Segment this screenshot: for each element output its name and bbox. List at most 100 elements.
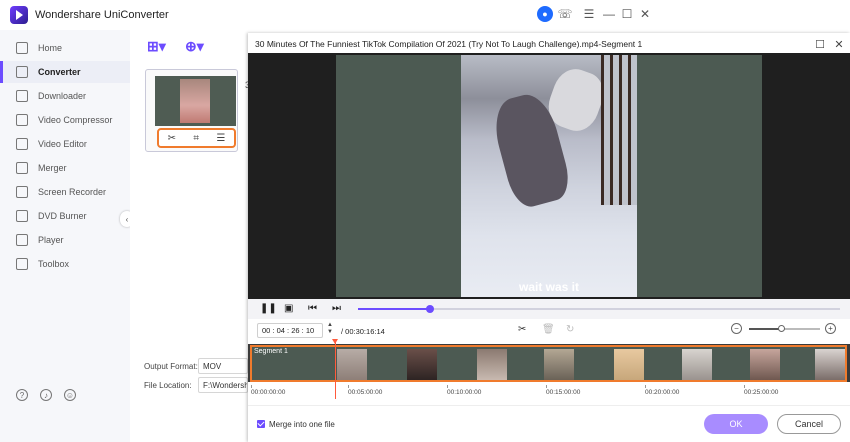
playhead[interactable]: [332, 339, 338, 399]
playback-controls: ❚❚ ▣ ⏮ ⏭: [248, 299, 850, 319]
sidebar-item-label: Home: [38, 43, 63, 53]
file-location-field[interactable]: F:\Wondershare: [198, 377, 248, 393]
sidebar-item-home[interactable]: Home: [0, 37, 130, 59]
sidebar-item-label: Screen Recorder: [38, 187, 107, 197]
output-format-select[interactable]: MOV: [198, 358, 248, 374]
zoom-out-icon[interactable]: −: [731, 323, 742, 334]
ok-button[interactable]: OK: [704, 414, 768, 434]
notification-icon[interactable]: ♪: [40, 389, 52, 401]
menu-icon[interactable]: ☰: [581, 6, 597, 22]
timeline-thumbnail: [750, 349, 780, 380]
dialog-title: 30 Minutes Of The Funniest TikTok Compil…: [255, 39, 643, 49]
player-icon: [16, 234, 28, 246]
sidebar-item-player[interactable]: Player: [0, 229, 130, 251]
time-ruler: 00:00:00:00 00:05:00:00 00:10:00:00 00:1…: [248, 385, 850, 399]
progress-handle[interactable]: [426, 305, 435, 313]
cancel-button[interactable]: Cancel: [777, 414, 841, 434]
dvd-icon: [16, 210, 28, 222]
sidebar-item-dvd-burner[interactable]: DVD Burner: [0, 205, 130, 227]
video-card[interactable]: ✂ ⌗ ☰: [145, 69, 238, 152]
video-frame: wait was it: [461, 55, 637, 297]
timeline-track[interactable]: Segment 1: [248, 344, 850, 382]
sidebar-item-video-compressor[interactable]: Video Compressor: [0, 109, 130, 131]
add-from-device-icon[interactable]: ⊕▾: [185, 38, 215, 56]
ruler-label: 00:10:00:00: [447, 389, 482, 396]
effects-icon[interactable]: ☰: [216, 133, 225, 144]
sidebar-item-label: Merger: [38, 163, 67, 173]
sidebar-item-label: Video Compressor: [38, 115, 113, 125]
reset-icon[interactable]: ↻: [566, 324, 574, 335]
cut-icon[interactable]: ✂: [518, 324, 526, 335]
merge-checkbox[interactable]: [257, 420, 265, 428]
output-format-label: Output Format:: [144, 362, 198, 371]
trim-dialog: 30 Minutes Of The Funniest TikTok Compil…: [248, 33, 850, 442]
timeline-thumbnail: [337, 349, 367, 380]
delete-icon[interactable]: 🗑: [542, 324, 555, 335]
time-frames: 10: [305, 326, 315, 335]
sidebar-item-label: Toolbox: [38, 259, 70, 269]
time-seconds: 26: [291, 326, 300, 335]
time-stepper[interactable]: ▲ ▼: [327, 322, 333, 336]
next-icon[interactable]: ⏭: [332, 303, 341, 314]
account-icon[interactable]: ●: [537, 6, 553, 22]
crop-icon[interactable]: ⌗: [193, 133, 199, 144]
downloader-icon: [16, 90, 28, 102]
sidebar-item-label: Converter: [38, 67, 81, 77]
time-minutes: 04: [276, 326, 285, 335]
segment-1[interactable]: Segment 1: [250, 345, 847, 382]
current-time-input[interactable]: 00 : 04 : 26 : 10: [257, 323, 323, 338]
maximize-icon[interactable]: ☐: [619, 6, 635, 22]
timeline-thumbnail: [407, 349, 437, 380]
trim-icon[interactable]: ✂: [168, 133, 176, 144]
app-logo-icon: [10, 6, 28, 24]
toolbox-icon: [16, 258, 28, 270]
pause-icon[interactable]: ❚❚: [260, 303, 277, 314]
video-preview[interactable]: wait was it: [248, 53, 850, 299]
playback-progress[interactable]: [358, 305, 840, 313]
title-bar: Wondershare UniConverter ● ☏ ☰ — ☐ ✕: [0, 0, 660, 30]
help-icon[interactable]: ?: [16, 389, 28, 401]
timeline-thumbnail: [614, 349, 644, 380]
zoom-slider[interactable]: [749, 325, 820, 332]
total-duration: / 00:30:16:14: [341, 327, 385, 336]
sidebar-item-screen-recorder[interactable]: Screen Recorder: [0, 181, 130, 203]
timeline-thumbnail: [544, 349, 574, 380]
screen-recorder-icon: [16, 186, 28, 198]
timeline-thumbnail: [815, 349, 845, 380]
stop-icon[interactable]: ▣: [284, 303, 293, 314]
sidebar-item-merger[interactable]: Merger: [0, 157, 130, 179]
home-icon: [16, 42, 28, 54]
dialog-close-icon[interactable]: ✕: [832, 37, 846, 51]
ruler-label: 00:15:00:00: [546, 389, 581, 396]
sidebar-item-downloader[interactable]: Downloader: [0, 85, 130, 107]
footer-divider: [248, 405, 850, 406]
add-files-icon[interactable]: ⊞▾: [147, 38, 177, 56]
ruler-label: 00:20:00:00: [645, 389, 680, 396]
zoom-fill: [749, 328, 781, 330]
sidebar-item-label: DVD Burner: [38, 211, 87, 221]
feedback-icon[interactable]: ☺: [64, 389, 76, 401]
sidebar-item-label: Player: [38, 235, 64, 245]
support-icon[interactable]: ☏: [557, 6, 573, 22]
sidebar-item-toolbox[interactable]: Toolbox: [0, 253, 130, 275]
zoom-in-icon[interactable]: +: [825, 323, 836, 334]
timeline-thumbnail: [477, 349, 507, 380]
video-thumbnail: [155, 76, 236, 126]
sidebar: Home Converter Downloader Video Compress…: [0, 30, 130, 442]
file-location-label: File Location:: [144, 381, 192, 390]
compress-icon: [16, 114, 28, 126]
ruler-label: 00:05:00:00: [348, 389, 383, 396]
uniconverter-window: Wondershare UniConverter ● ☏ ☰ — ☐ ✕ Hom…: [0, 0, 850, 442]
dialog-maximize-icon[interactable]: ☐: [813, 37, 827, 51]
zoom-handle[interactable]: [777, 325, 785, 332]
sidebar-item-converter[interactable]: Converter: [0, 61, 130, 83]
video-caption: wait was it: [518, 280, 580, 294]
converter-icon: [16, 66, 28, 78]
video-editor-icon: [16, 138, 28, 150]
close-icon[interactable]: ✕: [637, 6, 653, 22]
sidebar-item-label: Video Editor: [38, 139, 87, 149]
sidebar-item-video-editor[interactable]: Video Editor: [0, 133, 130, 155]
previous-icon[interactable]: ⏮: [308, 303, 317, 314]
sidebar-item-label: Downloader: [38, 91, 87, 101]
minimize-icon[interactable]: —: [601, 6, 617, 22]
